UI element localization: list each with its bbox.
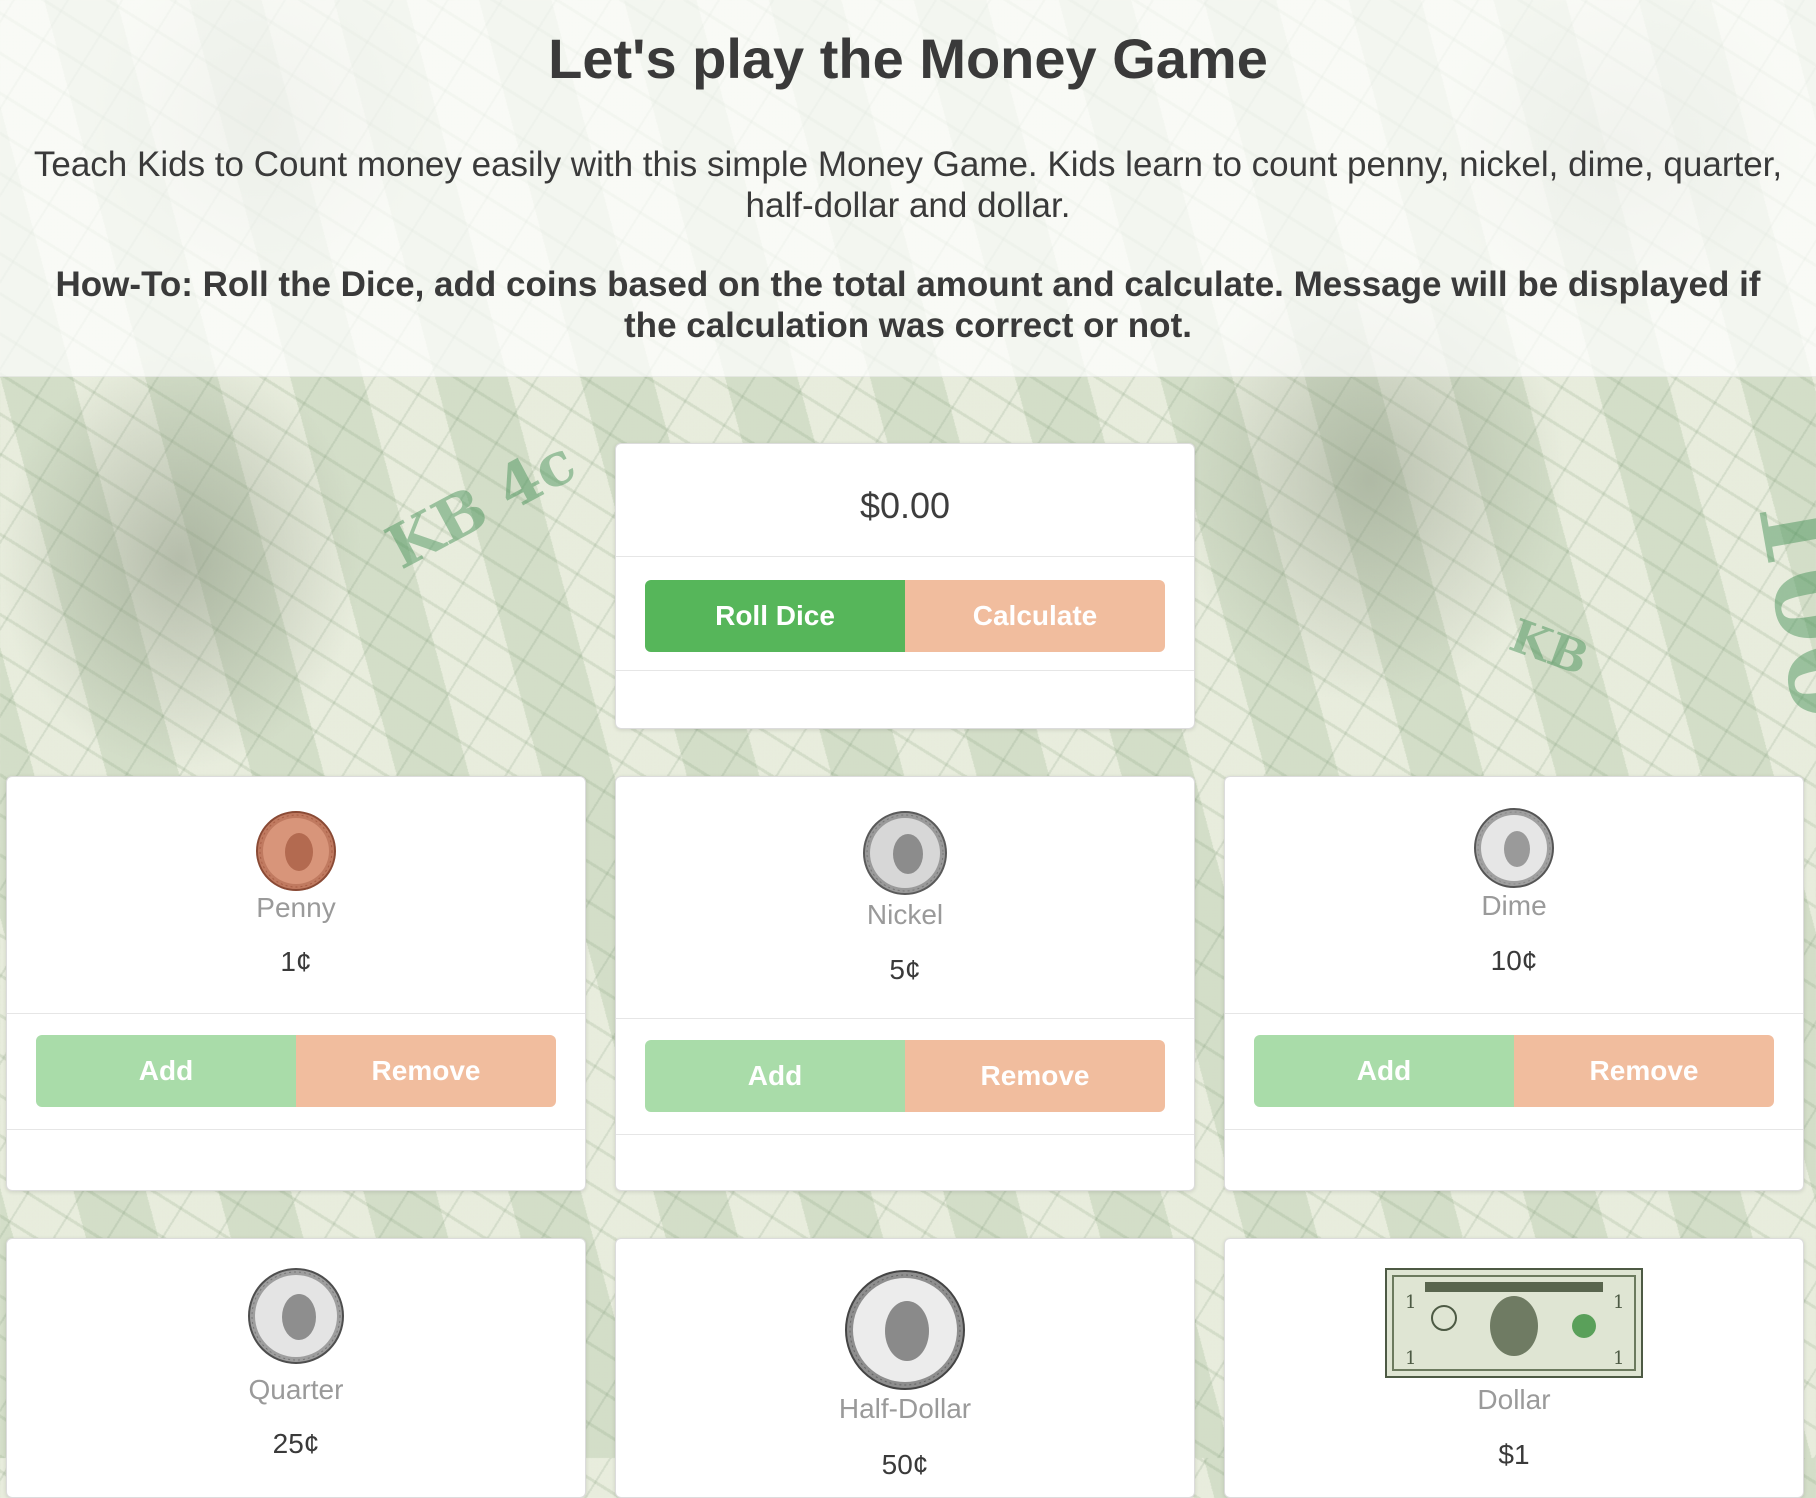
- page-title: Let's play the Money Game: [548, 27, 1268, 90]
- message-area: [616, 671, 1194, 728]
- svg-text:1: 1: [1613, 1348, 1624, 1369]
- coin-value: $1: [1498, 1439, 1530, 1470]
- svg-text:1: 1: [1405, 1348, 1416, 1369]
- coin-card-half-dollar: Half-Dollar 50¢: [615, 1238, 1195, 1498]
- coin-value: 1¢: [280, 946, 312, 977]
- coin-info: Half-Dollar 50¢: [616, 1239, 1194, 1497]
- total-amount: $0.00: [859, 485, 951, 526]
- coin-button-group: Add Remove: [1254, 1035, 1774, 1107]
- nickel-icon: [862, 810, 948, 896]
- penny-icon: [255, 810, 337, 892]
- roll-dice-button[interactable]: Roll Dice: [645, 580, 905, 652]
- coin-actions: Add Remove: [1225, 1014, 1803, 1130]
- svg-text:1: 1: [1613, 1292, 1624, 1313]
- coin-card-quarter: Quarter 25¢: [6, 1238, 586, 1498]
- page-header: Let's play the Money Game Teach Kids to …: [0, 0, 1816, 377]
- coin-info: Quarter 25¢: [7, 1239, 585, 1497]
- coin-value: 50¢: [881, 1449, 929, 1480]
- half-dollar-icon: [844, 1269, 966, 1391]
- coin-name: Dollar: [1477, 1384, 1551, 1415]
- coin-info: Nickel 5¢: [616, 777, 1194, 1019]
- coin-card-dime: Dime 10¢ Add Remove: [1224, 776, 1804, 1191]
- background-banknote-text: KB: [1503, 608, 1596, 686]
- coin-card-penny: Penny 1¢ Add Remove: [6, 776, 586, 1191]
- coin-value: 10¢: [1490, 945, 1538, 976]
- add-dime-button[interactable]: Add: [1254, 1035, 1514, 1107]
- remove-penny-button[interactable]: Remove: [296, 1035, 556, 1107]
- coin-name: Half-Dollar: [838, 1393, 972, 1424]
- coin-name: Penny: [256, 892, 336, 923]
- game-button-group: Roll Dice Calculate: [645, 580, 1165, 652]
- coin-name: Nickel: [866, 899, 944, 930]
- game-card: $0.00 Roll Dice Calculate: [615, 443, 1195, 729]
- background-banknote-text: 100: [1731, 480, 1816, 729]
- coin-actions: Add Remove: [7, 1014, 585, 1130]
- coin-card-dollar: 1 1 1 1 Dollar $1: [1224, 1238, 1804, 1498]
- total-display: $0.00: [616, 444, 1194, 557]
- coin-card-nickel: Nickel 5¢ Add Remove: [615, 776, 1195, 1191]
- add-penny-button[interactable]: Add: [36, 1035, 296, 1107]
- coin-value: 5¢: [889, 954, 921, 985]
- coin-button-group: Add Remove: [645, 1040, 1165, 1112]
- dime-icon: [1473, 807, 1555, 889]
- coin-name: Dime: [1481, 890, 1547, 921]
- coin-button-group: Add Remove: [36, 1035, 556, 1107]
- remove-nickel-button[interactable]: Remove: [905, 1040, 1165, 1112]
- quarter-icon: [247, 1267, 345, 1365]
- coin-value: 25¢: [272, 1428, 320, 1459]
- coin-info: 1 1 1 1 Dollar $1: [1225, 1239, 1803, 1497]
- game-actions: Roll Dice Calculate: [616, 557, 1194, 671]
- howto-text: How-To: Roll the Dice, add coins based o…: [55, 265, 1761, 345]
- dollar-bill-icon: 1 1 1 1: [1385, 1268, 1643, 1378]
- intro-text: Teach Kids to Count money easily with th…: [33, 145, 1783, 225]
- add-nickel-button[interactable]: Add: [645, 1040, 905, 1112]
- coin-info: Penny 1¢: [7, 777, 585, 1014]
- background-banknote-text: KB 4c: [375, 426, 587, 584]
- calculate-button[interactable]: Calculate: [905, 580, 1165, 652]
- coin-name: Quarter: [248, 1374, 344, 1405]
- coin-info: Dime 10¢: [1225, 777, 1803, 1014]
- remove-dime-button[interactable]: Remove: [1514, 1035, 1774, 1107]
- svg-text:1: 1: [1405, 1292, 1416, 1313]
- coin-actions: Add Remove: [616, 1019, 1194, 1135]
